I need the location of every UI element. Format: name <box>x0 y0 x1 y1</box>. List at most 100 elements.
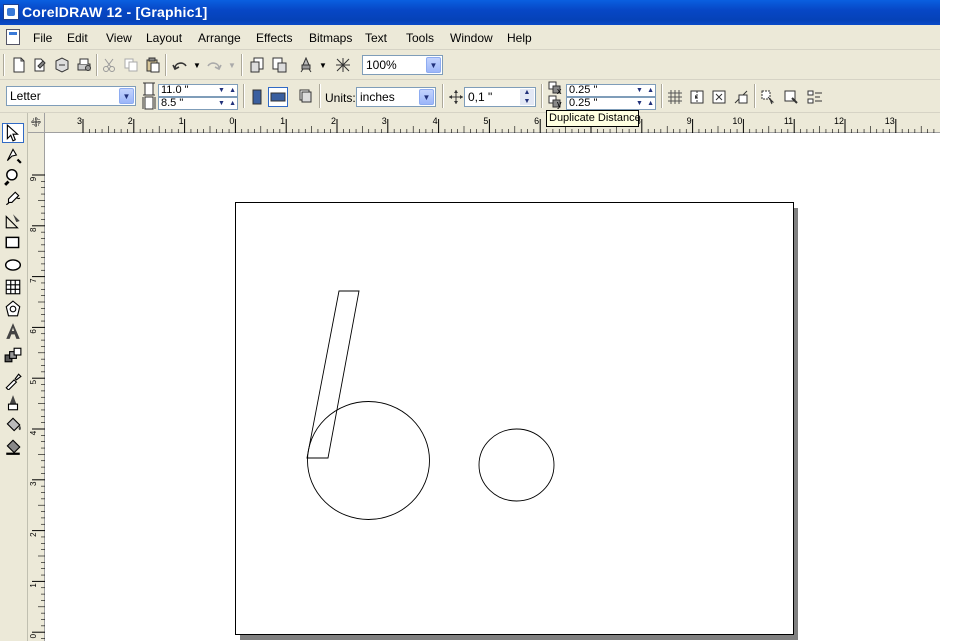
units-select[interactable]: inches ▼ <box>356 87 436 107</box>
paper-type-select[interactable]: Letter ▼ <box>6 86 136 106</box>
page-height-input[interactable]: 8.5 " ▼ ▲ <box>158 97 238 110</box>
menu-tools[interactable]: Tools <box>406 31 434 45</box>
spinner-arrows-icon[interactable]: ▼ ▲ <box>217 98 237 109</box>
cut-icon[interactable] <box>99 55 119 75</box>
zoom-level-select[interactable]: 100% ▼ <box>362 55 443 75</box>
units-label: Units: <box>325 91 356 105</box>
toolbar-grip[interactable] <box>3 54 5 76</box>
nudge-distance-input[interactable]: 0,1 " ▲ ▼ <box>464 87 536 107</box>
horizontal-ruler-label: 2 <box>331 116 336 126</box>
save-icon[interactable] <box>52 55 72 75</box>
open-icon[interactable] <box>30 55 50 75</box>
horizontal-ruler-ticks: 321012345678910111213 <box>77 116 935 133</box>
spinner-arrows-icon[interactable]: ▲ ▼ <box>520 89 534 105</box>
horizontal-ruler-label: 6 <box>534 116 539 126</box>
ellipse-tool-icon[interactable] <box>2 255 24 275</box>
interactive-fill-tool-icon[interactable] <box>2 437 24 457</box>
chevron-down-icon[interactable]: ▼ <box>119 88 134 104</box>
undo-icon[interactable] <box>170 55 190 75</box>
duplicate-x-input[interactable]: 0.25 " ▼ ▲ <box>566 84 656 97</box>
graph-paper-tool-icon[interactable] <box>2 277 24 297</box>
toolbar-separator <box>319 84 321 108</box>
horizontal-ruler-label: 12 <box>834 116 844 126</box>
horizontal-ruler-label: 13 <box>885 116 895 126</box>
snap-to-grid-icon[interactable] <box>665 87 685 107</box>
vertical-ruler[interactable]: 9 8 7 6 5 4 3 2 1 0 <box>28 133 45 641</box>
coreldraw-app-icon[interactable] <box>3 4 19 20</box>
zoom-level-value: 100% <box>366 58 397 72</box>
menu-file[interactable]: File <box>33 31 52 45</box>
menu-view[interactable]: View <box>106 31 132 45</box>
draw-object-properties-icon[interactable] <box>781 87 801 107</box>
print-icon[interactable] <box>74 55 94 75</box>
pick-tool-icon[interactable] <box>2 123 24 143</box>
document-icon[interactable] <box>6 29 20 45</box>
menu-arrange[interactable]: Arrange <box>198 31 241 45</box>
eyedropper-tool-icon[interactable] <box>2 371 24 391</box>
shape-tool-icon[interactable] <box>2 145 24 165</box>
vertical-ruler-label: 1 <box>29 583 38 588</box>
toolbar-separator <box>165 54 167 76</box>
page-width-input[interactable]: 11.0 " ▼ ▲ <box>158 84 238 97</box>
toolbox <box>0 113 28 641</box>
all-pages-icon[interactable] <box>294 85 316 109</box>
interactive-blend-tool-icon[interactable] <box>2 345 24 365</box>
options-icon[interactable] <box>805 87 825 107</box>
vertical-ruler-label: 7 <box>29 278 38 283</box>
landscape-icon[interactable] <box>268 87 288 107</box>
ruler-origin-corner[interactable] <box>28 113 45 133</box>
rectangle-tool-icon[interactable] <box>2 233 24 253</box>
menu-text[interactable]: Text <box>365 31 387 45</box>
new-icon[interactable] <box>9 55 29 75</box>
smart-drawing-tool-icon[interactable] <box>2 211 24 231</box>
spinner-arrows-icon[interactable]: ▼ ▲ <box>635 98 655 109</box>
text-tool-icon[interactable] <box>2 321 24 341</box>
nudge-distance-icon <box>448 87 464 107</box>
horizontal-ruler[interactable]: 321012345678910111213 <box>45 113 940 133</box>
spinner-arrows-icon[interactable]: ▼ ▲ <box>635 85 655 96</box>
duplicate-y-input[interactable]: 0.25 " ▼ ▲ <box>566 97 656 110</box>
menu-edit[interactable]: Edit <box>67 31 88 45</box>
vertical-ruler-label: 2 <box>29 532 38 537</box>
paste-icon[interactable] <box>143 55 163 75</box>
launcher-dropdown-icon[interactable]: ▼ <box>319 55 327 75</box>
menu-bar: File Edit View Layout Arrange Effects Bi… <box>0 25 940 50</box>
drawing-page[interactable] <box>235 202 794 635</box>
fill-tool-icon[interactable] <box>2 415 24 435</box>
redo-dropdown-icon[interactable]: ▼ <box>228 55 236 75</box>
menu-effects[interactable]: Effects <box>256 31 292 45</box>
dynamic-guides-icon[interactable] <box>731 87 751 107</box>
outline-tool-icon[interactable] <box>2 393 24 413</box>
spinner-arrows-icon[interactable]: ▼ ▲ <box>217 85 237 96</box>
menu-help[interactable]: Help <box>507 31 532 45</box>
page-width-icon <box>141 82 157 96</box>
vertical-ruler-label: 8 <box>29 227 38 232</box>
title-bar[interactable]: CorelDRAW 12 - [Graphic1] <box>0 0 940 25</box>
copy-icon[interactable] <box>121 55 141 75</box>
welcome-screen-icon[interactable] <box>333 55 353 75</box>
export-icon[interactable] <box>269 55 289 75</box>
basic-shapes-tool-icon[interactable] <box>2 299 24 319</box>
freehand-tool-icon[interactable] <box>2 189 24 209</box>
horizontal-ruler-label: 0 <box>229 116 234 126</box>
vertical-ruler-label: 4 <box>29 430 38 435</box>
application-launcher-icon[interactable] <box>296 55 316 75</box>
drawing-canvas[interactable] <box>45 133 940 641</box>
import-icon[interactable] <box>247 55 267 75</box>
portrait-icon[interactable] <box>247 87 267 107</box>
treat-as-filled-icon[interactable] <box>758 87 778 107</box>
snap-to-guidelines-icon[interactable] <box>687 87 707 107</box>
chevron-down-icon[interactable]: ▼ <box>419 89 434 105</box>
undo-dropdown-icon[interactable]: ▼ <box>193 55 201 75</box>
redo-icon[interactable] <box>204 55 224 75</box>
menu-bitmaps[interactable]: Bitmaps <box>309 31 352 45</box>
snap-to-objects-icon[interactable] <box>709 87 729 107</box>
menu-window[interactable]: Window <box>450 31 493 45</box>
menu-layout[interactable]: Layout <box>146 31 182 45</box>
horizontal-ruler-label: 2 <box>128 116 133 126</box>
horizontal-ruler-label: 3 <box>77 116 82 126</box>
toolbar-separator <box>442 84 444 108</box>
toolbar-separator <box>754 84 756 108</box>
chevron-down-icon[interactable]: ▼ <box>426 57 441 73</box>
zoom-tool-icon[interactable] <box>2 167 24 187</box>
